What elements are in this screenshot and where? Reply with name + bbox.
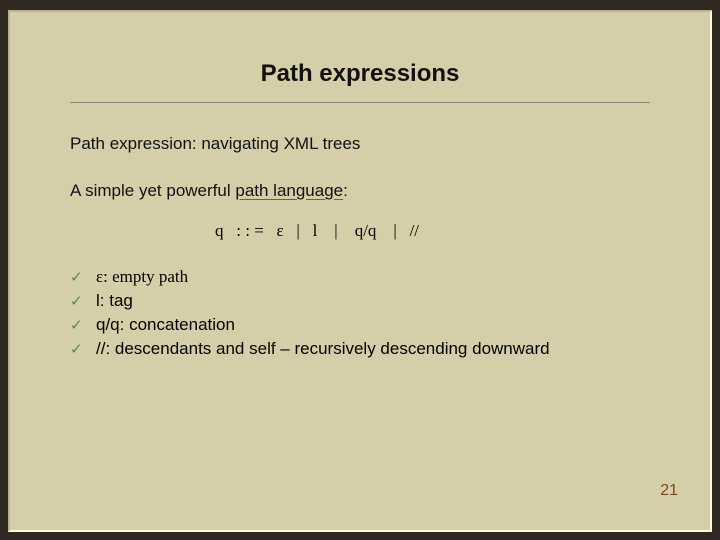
slide-frame: Path expressions Path expression: naviga… bbox=[0, 0, 720, 540]
bullet-list: ✓ ε: empty path ✓ l: tag ✓ q/q: concaten… bbox=[70, 267, 650, 359]
lang-line-suffix: : bbox=[343, 181, 348, 200]
check-icon: ✓ bbox=[70, 268, 84, 286]
check-icon: ✓ bbox=[70, 292, 84, 310]
page-number: 21 bbox=[660, 482, 678, 500]
lang-line-prefix: A simple yet powerful bbox=[70, 181, 235, 200]
bullet-text: q/q: concatenation bbox=[96, 315, 235, 335]
list-item: ✓ //: descendants and self – recursively… bbox=[70, 339, 650, 359]
slide-title: Path expressions bbox=[70, 60, 650, 88]
lang-line-underlined: path language bbox=[235, 181, 343, 200]
slide: Path expressions Path expression: naviga… bbox=[8, 10, 712, 532]
title-rule bbox=[70, 102, 650, 103]
bullet-text: l: tag bbox=[96, 291, 133, 311]
list-item: ✓ q/q: concatenation bbox=[70, 315, 650, 335]
bullet-text: //: descendants and self – recursively d… bbox=[96, 339, 550, 359]
grammar-line: q : : = ε | l | q/q | // bbox=[70, 221, 650, 241]
list-item: ✓ ε: empty path bbox=[70, 267, 650, 287]
intro-line: Path expression: navigating XML trees bbox=[70, 133, 650, 156]
check-icon: ✓ bbox=[70, 340, 84, 358]
lang-line: A simple yet powerful path language: bbox=[70, 180, 650, 203]
bullet-text: ε: empty path bbox=[96, 267, 188, 287]
list-item: ✓ l: tag bbox=[70, 291, 650, 311]
check-icon: ✓ bbox=[70, 316, 84, 334]
